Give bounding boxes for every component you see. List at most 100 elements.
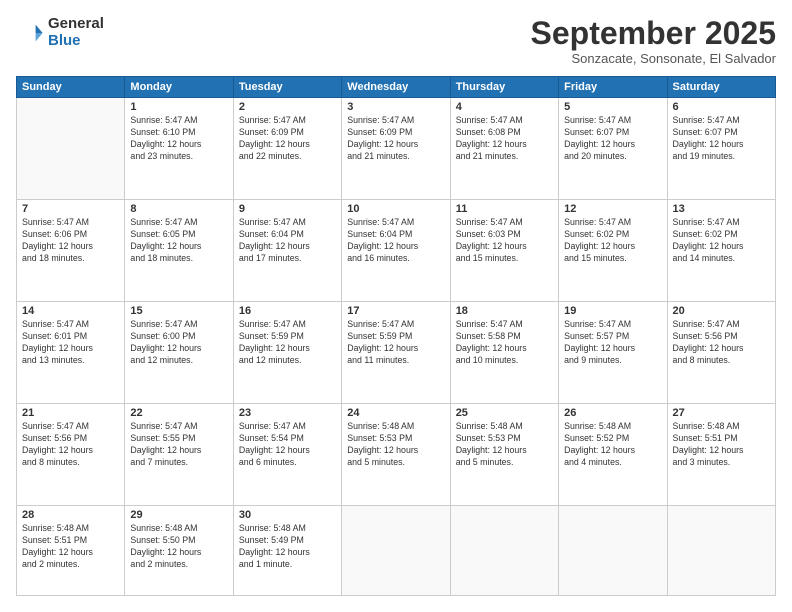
day-number: 3 [347, 101, 444, 113]
location-subtitle: Sonzacate, Sonsonate, El Salvador [531, 51, 776, 66]
calendar-cell: 9 Sunrise: 5:47 AM Sunset: 6:04 PM Daylig… [233, 200, 341, 302]
cell-info: Sunrise: 5:47 AM Sunset: 6:06 PM Dayligh… [22, 217, 119, 265]
day-number: 28 [22, 509, 119, 521]
header: General Blue September 2025 Sonzacate, S… [16, 16, 776, 66]
calendar-cell: 18 Sunrise: 5:47 AM Sunset: 5:58 PM Dayli… [450, 302, 558, 404]
weekday-header-tuesday: Tuesday [233, 77, 341, 98]
calendar-cell: 15 Sunrise: 5:47 AM Sunset: 6:00 PM Dayli… [125, 302, 233, 404]
calendar-cell: 29 Sunrise: 5:48 AM Sunset: 5:50 PM Dayli… [125, 506, 233, 596]
logo-general: General [48, 16, 104, 33]
cell-info: Sunrise: 5:47 AM Sunset: 6:02 PM Dayligh… [564, 217, 661, 265]
calendar-cell [342, 506, 450, 596]
cell-info: Sunrise: 5:48 AM Sunset: 5:52 PM Dayligh… [564, 421, 661, 469]
cell-info: Sunrise: 5:47 AM Sunset: 6:10 PM Dayligh… [130, 115, 227, 163]
day-number: 8 [130, 203, 227, 215]
cell-info: Sunrise: 5:47 AM Sunset: 6:00 PM Dayligh… [130, 319, 227, 367]
cell-info: Sunrise: 5:48 AM Sunset: 5:53 PM Dayligh… [347, 421, 444, 469]
day-number: 10 [347, 203, 444, 215]
calendar-cell: 13 Sunrise: 5:47 AM Sunset: 6:02 PM Dayli… [667, 200, 775, 302]
logo-blue: Blue [48, 33, 104, 50]
day-number: 17 [347, 305, 444, 317]
cell-info: Sunrise: 5:47 AM Sunset: 5:56 PM Dayligh… [22, 421, 119, 469]
day-number: 16 [239, 305, 336, 317]
day-number: 15 [130, 305, 227, 317]
day-number: 13 [673, 203, 770, 215]
day-number: 25 [456, 407, 553, 419]
cell-info: Sunrise: 5:48 AM Sunset: 5:50 PM Dayligh… [130, 523, 227, 571]
cell-info: Sunrise: 5:48 AM Sunset: 5:51 PM Dayligh… [22, 523, 119, 571]
calendar-week-2: 7 Sunrise: 5:47 AM Sunset: 6:06 PM Daylig… [17, 200, 776, 302]
logo-icon [16, 19, 44, 47]
day-number: 18 [456, 305, 553, 317]
cell-info: Sunrise: 5:47 AM Sunset: 6:07 PM Dayligh… [673, 115, 770, 163]
cell-info: Sunrise: 5:47 AM Sunset: 5:57 PM Dayligh… [564, 319, 661, 367]
calendar-week-4: 21 Sunrise: 5:47 AM Sunset: 5:56 PM Dayli… [17, 404, 776, 506]
cell-info: Sunrise: 5:48 AM Sunset: 5:49 PM Dayligh… [239, 523, 336, 571]
day-number: 1 [130, 101, 227, 113]
cell-info: Sunrise: 5:47 AM Sunset: 5:58 PM Dayligh… [456, 319, 553, 367]
day-number: 30 [239, 509, 336, 521]
cell-info: Sunrise: 5:47 AM Sunset: 5:59 PM Dayligh… [239, 319, 336, 367]
calendar-cell: 7 Sunrise: 5:47 AM Sunset: 6:06 PM Daylig… [17, 200, 125, 302]
cell-info: Sunrise: 5:48 AM Sunset: 5:51 PM Dayligh… [673, 421, 770, 469]
calendar-cell [667, 506, 775, 596]
calendar-cell: 24 Sunrise: 5:48 AM Sunset: 5:53 PM Dayli… [342, 404, 450, 506]
cell-info: Sunrise: 5:47 AM Sunset: 6:02 PM Dayligh… [673, 217, 770, 265]
calendar-cell: 5Sunrise: 5:47 AM Sunset: 6:07 PM Daylig… [559, 98, 667, 200]
calendar-week-1: 1 Sunrise: 5:47 AM Sunset: 6:10 PM Daylig… [17, 98, 776, 200]
calendar-cell: 6 Sunrise: 5:47 AM Sunset: 6:07 PM Daylig… [667, 98, 775, 200]
calendar-cell [450, 506, 558, 596]
weekday-header-friday: Friday [559, 77, 667, 98]
day-number: 11 [456, 203, 553, 215]
calendar-cell: 23Sunrise: 5:47 AM Sunset: 5:54 PM Dayli… [233, 404, 341, 506]
month-title: September 2025 [531, 16, 776, 51]
weekday-header-saturday: Saturday [667, 77, 775, 98]
day-number: 2 [239, 101, 336, 113]
calendar-cell: 21 Sunrise: 5:47 AM Sunset: 5:56 PM Dayli… [17, 404, 125, 506]
logo-text: General Blue [48, 16, 104, 49]
day-number: 29 [130, 509, 227, 521]
calendar-cell: 16 Sunrise: 5:47 AM Sunset: 5:59 PM Dayli… [233, 302, 341, 404]
day-number: 12 [564, 203, 661, 215]
day-number: 7 [22, 203, 119, 215]
logo: General Blue [16, 16, 104, 49]
calendar-cell: 17 Sunrise: 5:47 AM Sunset: 5:59 PM Dayli… [342, 302, 450, 404]
calendar-cell: 2Sunrise: 5:47 AM Sunset: 6:09 PM Daylig… [233, 98, 341, 200]
weekday-header-row: SundayMondayTuesdayWednesdayThursdayFrid… [17, 77, 776, 98]
calendar-cell: 19 Sunrise: 5:47 AM Sunset: 5:57 PM Dayli… [559, 302, 667, 404]
weekday-header-wednesday: Wednesday [342, 77, 450, 98]
weekday-header-monday: Monday [125, 77, 233, 98]
calendar-cell: 12 Sunrise: 5:47 AM Sunset: 6:02 PM Dayli… [559, 200, 667, 302]
weekday-header-sunday: Sunday [17, 77, 125, 98]
day-number: 4 [456, 101, 553, 113]
day-number: 27 [673, 407, 770, 419]
calendar-cell: 28 Sunrise: 5:48 AM Sunset: 5:51 PM Dayli… [17, 506, 125, 596]
day-number: 24 [347, 407, 444, 419]
calendar-cell: 14 Sunrise: 5:47 AM Sunset: 6:01 PM Dayli… [17, 302, 125, 404]
calendar-week-5: 28 Sunrise: 5:48 AM Sunset: 5:51 PM Dayli… [17, 506, 776, 596]
cell-info: Sunrise: 5:47 AM Sunset: 5:55 PM Dayligh… [130, 421, 227, 469]
calendar-table: SundayMondayTuesdayWednesdayThursdayFrid… [16, 76, 776, 596]
day-number: 6 [673, 101, 770, 113]
cell-info: Sunrise: 5:47 AM Sunset: 6:03 PM Dayligh… [456, 217, 553, 265]
calendar-week-3: 14 Sunrise: 5:47 AM Sunset: 6:01 PM Dayli… [17, 302, 776, 404]
cell-info: Sunrise: 5:47 AM Sunset: 6:01 PM Dayligh… [22, 319, 119, 367]
cell-info: Sunrise: 5:47 AM Sunset: 5:54 PM Dayligh… [239, 421, 336, 469]
calendar-cell: 4 Sunrise: 5:47 AM Sunset: 6:08 PM Daylig… [450, 98, 558, 200]
cell-info: Sunrise: 5:47 AM Sunset: 6:05 PM Dayligh… [130, 217, 227, 265]
day-number: 9 [239, 203, 336, 215]
weekday-header-thursday: Thursday [450, 77, 558, 98]
calendar-cell: 26Sunrise: 5:48 AM Sunset: 5:52 PM Dayli… [559, 404, 667, 506]
calendar-cell [559, 506, 667, 596]
cell-info: Sunrise: 5:47 AM Sunset: 6:09 PM Dayligh… [347, 115, 444, 163]
cell-info: Sunrise: 5:47 AM Sunset: 5:59 PM Dayligh… [347, 319, 444, 367]
cell-info: Sunrise: 5:47 AM Sunset: 6:04 PM Dayligh… [239, 217, 336, 265]
day-number: 21 [22, 407, 119, 419]
day-number: 14 [22, 305, 119, 317]
calendar-cell: 22Sunrise: 5:47 AM Sunset: 5:55 PM Dayli… [125, 404, 233, 506]
cell-info: Sunrise: 5:47 AM Sunset: 6:08 PM Dayligh… [456, 115, 553, 163]
calendar-cell: 10 Sunrise: 5:47 AM Sunset: 6:04 PM Dayli… [342, 200, 450, 302]
day-number: 19 [564, 305, 661, 317]
cell-info: Sunrise: 5:47 AM Sunset: 5:56 PM Dayligh… [673, 319, 770, 367]
cell-info: Sunrise: 5:47 AM Sunset: 6:04 PM Dayligh… [347, 217, 444, 265]
